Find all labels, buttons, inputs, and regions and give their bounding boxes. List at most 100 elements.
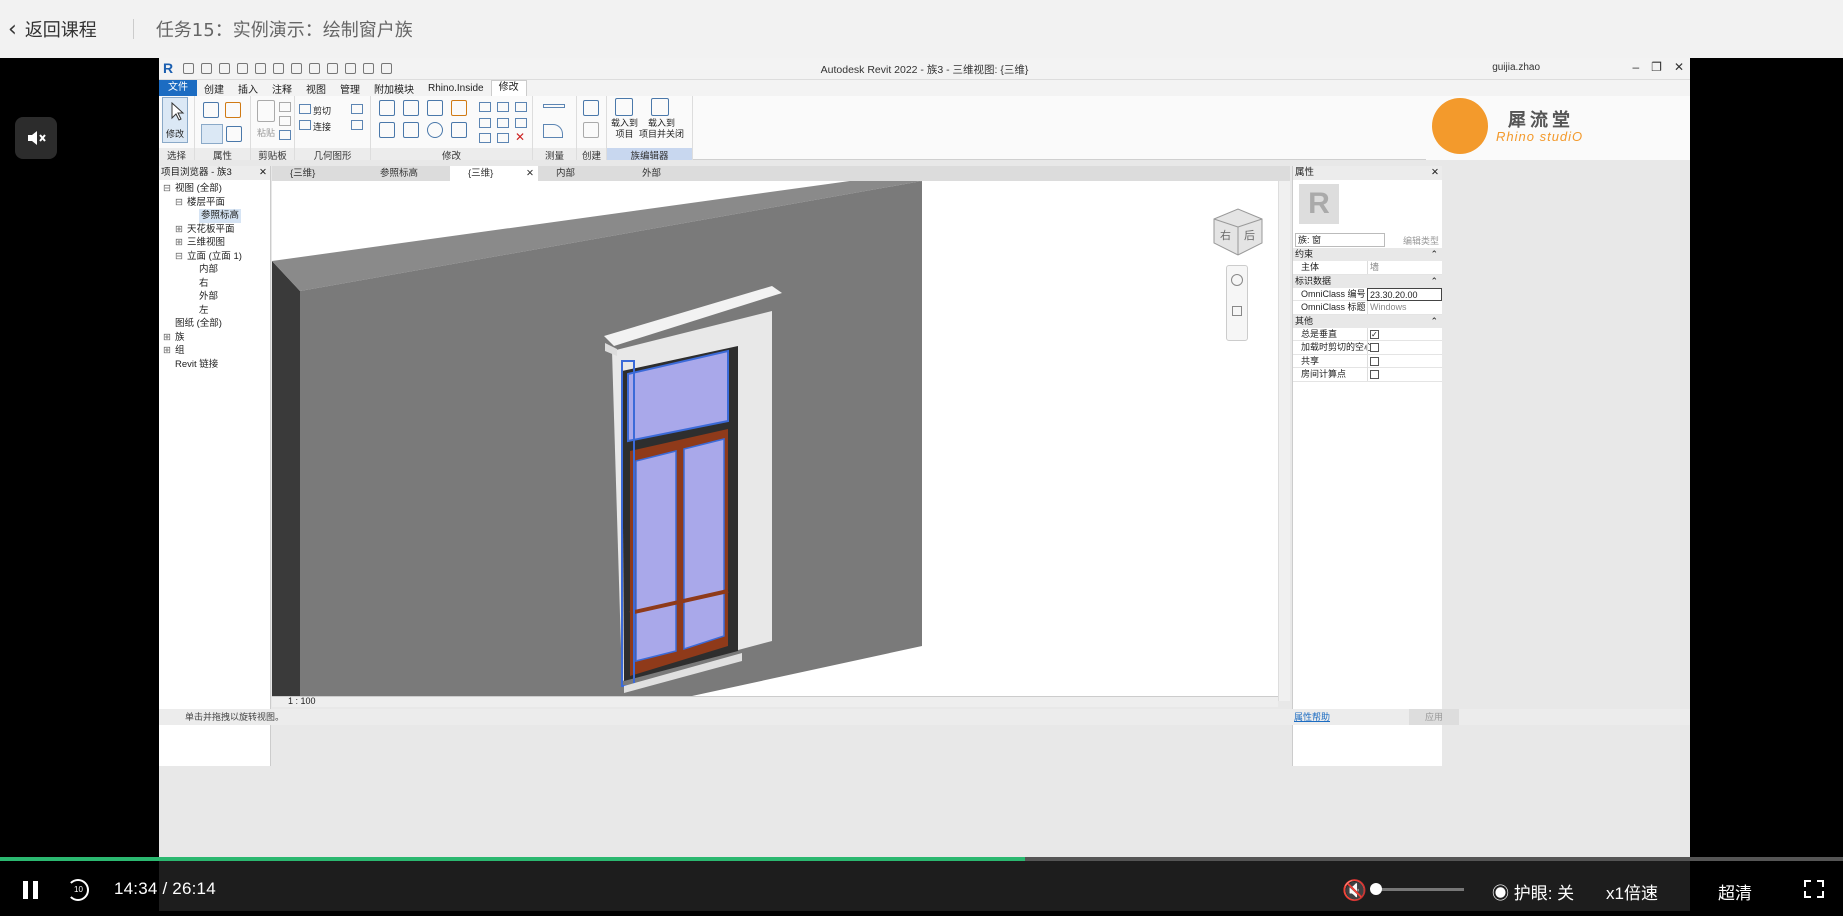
tab-annotate[interactable]: 注释 [265, 81, 299, 96]
property-checkbox[interactable] [1367, 354, 1442, 368]
tree-item[interactable]: ⊟ 视图 (全部) [159, 182, 270, 196]
volume-muted-icon[interactable]: 🔇 [1342, 878, 1367, 903]
properties-button[interactable] [201, 124, 223, 144]
playback-speed-button[interactable]: x1倍速 [1606, 879, 1658, 904]
split-face-icon[interactable] [351, 104, 363, 114]
move-icon[interactable] [379, 122, 395, 138]
tab-modify[interactable]: 修改 [490, 80, 527, 96]
cut-geometry-label[interactable]: 剪切 [313, 104, 331, 117]
view-cube[interactable]: 右 后 [1210, 205, 1264, 262]
aligned-dimension-icon[interactable] [543, 124, 563, 138]
tree-item[interactable]: 参照标高 [159, 209, 270, 223]
unpin-icon[interactable] [515, 118, 527, 128]
checkbox-icon[interactable] [1370, 370, 1379, 379]
cut-geometry-icon[interactable] [299, 104, 311, 114]
copy-icon[interactable] [279, 116, 291, 126]
paste-icon[interactable] [257, 100, 275, 122]
tree-item[interactable]: ⊟ 立面 (立面 1) [159, 250, 270, 264]
property-checkbox[interactable] [1367, 341, 1442, 354]
split-gap-icon[interactable] [497, 102, 509, 112]
expand-toggle-icon[interactable]: ⊞ [163, 331, 175, 345]
tree-item[interactable]: ⊞ 组 [159, 344, 270, 358]
pause-button[interactable] [22, 881, 40, 899]
property-group-header[interactable]: 其他 ⌃ [1293, 314, 1442, 328]
steering-wheel-icon[interactable] [1231, 274, 1243, 286]
navigation-bar[interactable] [1226, 265, 1248, 341]
tree-item[interactable]: 内部 [159, 263, 270, 277]
load-into-project-close-icon[interactable] [651, 98, 669, 116]
property-group-header[interactable]: 约束 ⌃ [1293, 248, 1442, 261]
view-tab-ref-level[interactable]: 参照标高 [362, 166, 450, 181]
close-icon[interactable]: ✕ [1674, 60, 1684, 74]
trim-single-icon[interactable] [497, 133, 509, 143]
property-group-header[interactable]: 标识数据 ⌃ [1293, 274, 1442, 288]
expand-toggle-icon[interactable]: ⊞ [163, 344, 175, 358]
mirror-draw-icon[interactable] [451, 100, 467, 116]
paint-icon[interactable] [351, 120, 363, 130]
tree-item[interactable]: Revit 链接 [159, 358, 270, 372]
tab-addins[interactable]: 附加模块 [367, 81, 421, 96]
modify-button[interactable]: 修改 [162, 97, 188, 143]
tab-file[interactable]: 文件 [159, 80, 197, 96]
collapse-icon[interactable]: ⌃ [1430, 275, 1438, 288]
mute-toggle-floating[interactable] [15, 117, 57, 159]
property-value[interactable]: 墙 [1367, 261, 1442, 274]
viewport-horizontal-scrollbar[interactable]: 1 : 100 [272, 696, 1278, 707]
tree-item[interactable]: 右 [159, 277, 270, 291]
tree-item[interactable]: ⊞ 族 [159, 331, 270, 345]
view-tab-3d-1[interactable]: {三维} [272, 166, 362, 181]
expand-toggle-icon[interactable]: ⊞ [175, 223, 187, 237]
tab-rhino-inside[interactable]: Rhino.Inside [421, 83, 491, 94]
property-checkbox[interactable] [1367, 327, 1442, 341]
tab-manage[interactable]: 管理 [333, 81, 367, 96]
volume-slider[interactable] [1370, 883, 1464, 895]
join-geometry-label[interactable]: 连接 [313, 120, 331, 133]
view-tab-interior[interactable]: 内部 [538, 166, 624, 181]
tree-item[interactable]: ⊞ 天花板平面 [159, 223, 270, 237]
load-into-project-icon[interactable] [615, 98, 633, 116]
create-similar-icon[interactable] [583, 100, 599, 116]
rotate-icon[interactable] [427, 122, 443, 138]
back-to-course-button[interactable]: ‹ 返回课程 [0, 16, 97, 42]
load-into-project-label[interactable]: 载入到 项目 [611, 118, 638, 140]
mirror-axis-icon[interactable] [427, 100, 443, 116]
close-icon[interactable]: ✕ [1431, 166, 1439, 180]
expand-toggle-icon[interactable]: ⊟ [175, 196, 187, 210]
expand-toggle-icon[interactable]: ⊟ [175, 250, 187, 264]
property-checkbox[interactable] [1367, 368, 1442, 381]
properties-help-link[interactable]: 属性帮助 [1294, 709, 1330, 725]
copy-element-icon[interactable] [403, 122, 419, 138]
checkbox-icon[interactable] [1370, 356, 1379, 366]
tree-item[interactable]: 图纸 (全部) [159, 317, 270, 331]
quality-button[interactable]: 超清 [1718, 879, 1752, 904]
3d-viewport[interactable]: 右 后 [272, 181, 1278, 696]
view-tab-exterior[interactable]: 外部 [624, 166, 710, 181]
fullscreen-button[interactable] [1804, 880, 1824, 898]
tree-item[interactable]: 外部 [159, 290, 270, 304]
family-types-icon[interactable] [203, 102, 219, 118]
collapse-icon[interactable]: ⌃ [1430, 315, 1438, 328]
join-geometry-icon[interactable] [299, 120, 311, 130]
measure-distance-icon[interactable] [543, 104, 565, 108]
offset-icon[interactable] [403, 100, 419, 116]
viewcube-right[interactable]: 右 [1220, 227, 1231, 243]
expand-toggle-icon[interactable]: ⊞ [175, 236, 187, 250]
split-icon[interactable] [479, 102, 491, 112]
edit-type-button[interactable]: 编辑类型 [1403, 234, 1439, 247]
checkbox-icon[interactable] [1370, 343, 1379, 352]
view-tab-3d-active[interactable]: {三维} ✕ [450, 166, 538, 181]
scale-icon[interactable] [497, 118, 509, 128]
tree-item[interactable]: ⊟ 楼层平面 [159, 196, 270, 210]
zoom-icon[interactable] [1232, 306, 1242, 316]
align-icon[interactable] [379, 100, 395, 116]
restore-icon[interactable]: ❐ [1651, 60, 1662, 74]
checkbox-icon[interactable] [1370, 328, 1379, 341]
viewcube-back[interactable]: 后 [1244, 227, 1255, 243]
array-icon[interactable] [479, 118, 491, 128]
tab-view[interactable]: 视图 [299, 81, 333, 96]
viewport-vertical-scrollbar[interactable] [1278, 181, 1290, 701]
close-icon[interactable]: ✕ [259, 166, 267, 180]
type-selector[interactable]: 族: 窗 [1295, 233, 1385, 247]
close-icon[interactable]: ✕ [526, 166, 534, 181]
tree-item[interactable]: 左 [159, 304, 270, 318]
